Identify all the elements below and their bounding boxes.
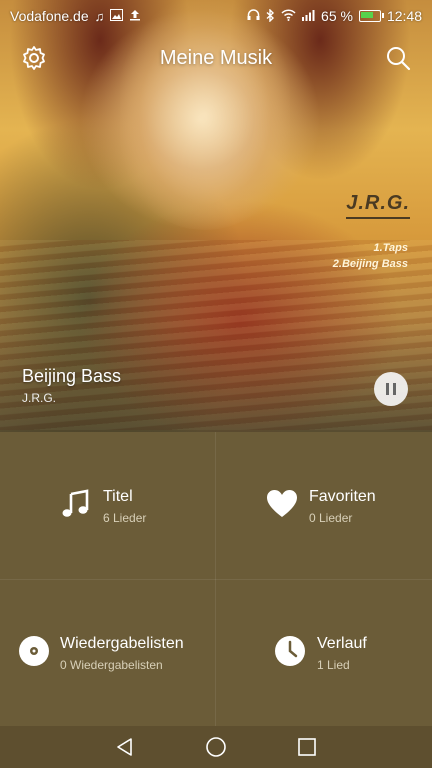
now-playing-artist[interactable]: J.R.G. bbox=[22, 391, 56, 405]
bluetooth-icon bbox=[266, 7, 275, 24]
home-icon[interactable] bbox=[202, 733, 230, 761]
recents-icon[interactable] bbox=[293, 733, 321, 761]
gear-icon[interactable] bbox=[18, 42, 50, 74]
album-art-tracklist: 1.Taps 2.Beijing Bass bbox=[333, 240, 408, 272]
category-label: Titel bbox=[103, 488, 133, 505]
album-track: 1.Taps bbox=[373, 242, 408, 254]
battery-icon bbox=[358, 10, 384, 22]
category-count: 6 Lieder bbox=[103, 511, 147, 525]
headphones-icon bbox=[247, 9, 260, 23]
category-wiedergabelisten[interactable]: Wiedergabelisten 0 Wiedergabelisten bbox=[0, 579, 216, 726]
search-icon[interactable] bbox=[382, 42, 414, 74]
battery-fill bbox=[360, 12, 373, 18]
system-nav-bar bbox=[0, 726, 432, 768]
category-verlauf[interactable]: Verlauf 1 Lied bbox=[216, 579, 432, 726]
signal-icon bbox=[302, 9, 315, 23]
pause-button[interactable] bbox=[374, 372, 408, 406]
clock-time: 12:48 bbox=[386, 8, 422, 24]
category-label: Verlauf bbox=[317, 635, 367, 652]
upload-icon bbox=[129, 9, 141, 23]
category-label: Favoriten bbox=[309, 488, 376, 505]
page-title: Meine Musik bbox=[159, 46, 273, 69]
pause-icon-bar bbox=[393, 383, 396, 395]
album-art-artist: J.R.G. bbox=[346, 192, 410, 219]
image-icon bbox=[110, 9, 124, 23]
category-count: 0 Lieder bbox=[309, 511, 353, 525]
pause-icon bbox=[386, 383, 389, 395]
category-count: 1 Lied bbox=[317, 658, 350, 672]
heart-icon bbox=[266, 488, 298, 520]
carrier-label: Vodafone.de bbox=[10, 8, 89, 24]
app-header: Meine Musik bbox=[0, 36, 432, 80]
clock-icon bbox=[274, 635, 306, 667]
disc-icon bbox=[18, 635, 50, 667]
category-grid: Titel 6 Lieder Favoriten 0 Lieder Wieder… bbox=[0, 432, 432, 726]
battery-percent: 65 % bbox=[321, 8, 353, 24]
music-note-icon bbox=[60, 488, 92, 520]
status-bar: Vodafone.de ♫ 65 % 12:48 bbox=[0, 0, 432, 32]
category-label: Wiedergabelisten bbox=[60, 635, 184, 652]
category-favoriten[interactable]: Favoriten 0 Lieder bbox=[216, 432, 432, 579]
music-icon: ♫ bbox=[94, 8, 105, 24]
album-track: 2.Beijing Bass bbox=[332, 258, 408, 270]
album-art-face bbox=[120, 0, 290, 230]
category-titel[interactable]: Titel 6 Lieder bbox=[0, 432, 216, 579]
back-icon[interactable] bbox=[111, 733, 139, 761]
now-playing-title[interactable]: Beijing Bass bbox=[22, 366, 121, 387]
category-count: 0 Wiedergabelisten bbox=[60, 658, 163, 672]
wifi-icon bbox=[281, 9, 296, 23]
